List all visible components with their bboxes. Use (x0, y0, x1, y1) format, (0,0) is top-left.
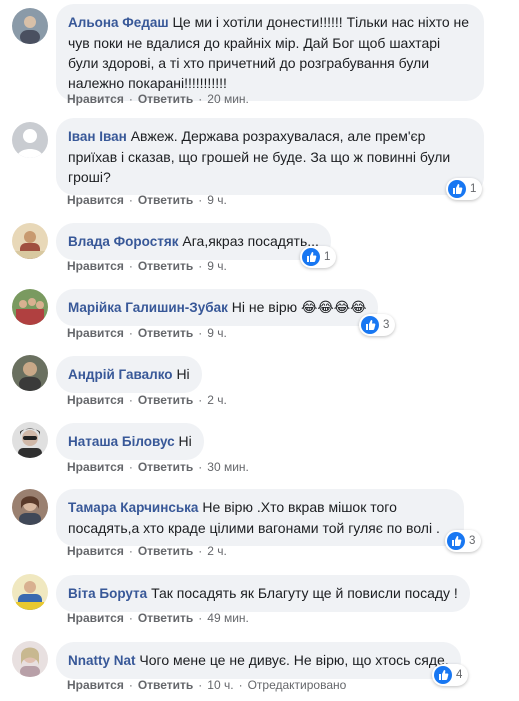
comment-actions: Нравится · Ответить · 20 мин. (67, 92, 249, 106)
comment-actions: Нравится · Ответить · 9 ч. (67, 193, 227, 207)
like-icon (447, 532, 465, 550)
comment-bubble: Nnatty Nat Чого мене це не дивує. Не вір… (56, 642, 461, 679)
comment-author[interactable]: Влада Форостяк (68, 234, 179, 249)
comment-time[interactable]: 20 мин. (207, 92, 249, 106)
comment-time[interactable]: 9 ч. (207, 193, 227, 207)
comment-actions: Нравится · Ответить · 10 ч. · Отредактировано (67, 678, 347, 692)
comment-time[interactable]: 49 мин. (207, 611, 249, 625)
comment-actions: Нравится · Ответить · 2 ч. (67, 544, 227, 558)
reactions-badge[interactable]: 3 (445, 530, 482, 552)
comment-bubble: Віта Борута Так посадять як Благуту ще й… (56, 575, 470, 612)
comment-author[interactable]: Альона Федаш (68, 15, 169, 30)
reactions-badge[interactable]: 1 (300, 246, 337, 268)
comment-author[interactable]: Nnatty Nat (68, 653, 136, 668)
comment-author[interactable]: Наташа Біловус (68, 434, 175, 449)
avatar[interactable] (12, 289, 48, 325)
comment-bubble: Альона Федаш Це ми і хотіли донести!!!!!… (56, 4, 484, 101)
reply-link[interactable]: Ответить (138, 259, 193, 273)
avatar[interactable] (12, 641, 48, 677)
reactions-badge[interactable]: 1 (446, 178, 483, 200)
comment-actions: Нравится · Ответить · 49 мин. (67, 611, 249, 625)
reply-link[interactable]: Ответить (138, 92, 193, 106)
reaction-count: 1 (324, 251, 331, 263)
comment-time[interactable]: 10 ч. (207, 678, 233, 692)
reply-link[interactable]: Ответить (138, 460, 193, 474)
comment-time[interactable]: 2 ч. (207, 544, 227, 558)
like-link[interactable]: Нравится (67, 460, 124, 474)
reply-link[interactable]: Ответить (138, 678, 193, 692)
comment-bubble: Іван Іван Авжеж. Держава розрахувалася, … (56, 118, 484, 195)
comment-text: Ага,якраз посадять... (182, 233, 319, 249)
like-link[interactable]: Нравится (67, 259, 124, 273)
comment-time[interactable]: 9 ч. (207, 259, 227, 273)
avatar[interactable] (12, 422, 48, 458)
reaction-count: 3 (383, 319, 390, 331)
edited-label: Отредактировано (247, 678, 347, 692)
like-link[interactable]: Нравится (67, 92, 124, 106)
like-link[interactable]: Нравится (67, 678, 124, 692)
avatar[interactable] (12, 8, 48, 44)
avatar[interactable] (12, 223, 48, 259)
comment-text: Ні (176, 366, 190, 382)
like-link[interactable]: Нравится (67, 326, 124, 340)
like-link[interactable]: Нравится (67, 611, 124, 625)
comment-author[interactable]: Андрій Гавалко (68, 367, 173, 382)
comment-text: Чого мене це не дивує. Не вірю, що хтось… (139, 652, 449, 668)
comment-text: Ні не вірю (231, 299, 298, 315)
comment-author[interactable]: Іван Іван (68, 129, 127, 144)
comment-bubble: Тамара Карчинська Не вірю .Хто вкрав міш… (56, 489, 464, 546)
like-icon (302, 248, 320, 266)
like-link[interactable]: Нравится (67, 544, 124, 558)
like-icon (361, 316, 379, 334)
comment-time[interactable]: 2 ч. (207, 393, 227, 407)
reply-link[interactable]: Ответить (138, 193, 193, 207)
comment-author[interactable]: Тамара Карчинська (68, 500, 198, 515)
comment-actions: Нравится · Ответить · 9 ч. (67, 259, 227, 273)
reply-link[interactable]: Ответить (138, 611, 193, 625)
like-icon (434, 666, 452, 684)
reaction-count: 3 (469, 535, 476, 547)
comment-author[interactable]: Віта Борута (68, 586, 147, 601)
comment-bubble: Наташа Біловус Ні (56, 423, 204, 460)
comment-bubble: Марійка Галишин-Зубак Ні не вірю 😂😂😂😂 (56, 289, 379, 326)
comment-actions: Нравится · Ответить · 2 ч. (67, 393, 227, 407)
laughing-emoji: 😂😂😂😂 (301, 299, 367, 315)
comment-author[interactable]: Марійка Галишин-Зубак (68, 300, 228, 315)
comment-text: Ні (178, 433, 192, 449)
avatar[interactable] (12, 489, 48, 525)
comment-bubble: Влада Форостяк Ага,якраз посадять... (56, 223, 331, 260)
comment-bubble: Андрій Гавалко Ні (56, 356, 202, 393)
reactions-badge[interactable]: 3 (359, 314, 396, 336)
reply-link[interactable]: Ответить (138, 393, 193, 407)
like-link[interactable]: Нравится (67, 193, 124, 207)
comment-actions: Нравится · Ответить · 30 мин. (67, 460, 249, 474)
avatar[interactable] (12, 122, 48, 158)
reply-link[interactable]: Ответить (138, 544, 193, 558)
comment-time[interactable]: 30 мин. (207, 460, 249, 474)
comment-time[interactable]: 9 ч. (207, 326, 227, 340)
reply-link[interactable]: Ответить (138, 326, 193, 340)
avatar[interactable] (12, 574, 48, 610)
reaction-count: 4 (456, 669, 463, 681)
reaction-count: 1 (470, 183, 477, 195)
reactions-badge[interactable]: 4 (432, 664, 469, 686)
avatar[interactable] (12, 355, 48, 391)
like-icon (448, 180, 466, 198)
like-link[interactable]: Нравится (67, 393, 124, 407)
comment-text: Так посадять як Благуту ще й повисли пос… (151, 585, 458, 601)
comment-actions: Нравится · Ответить · 9 ч. (67, 326, 227, 340)
